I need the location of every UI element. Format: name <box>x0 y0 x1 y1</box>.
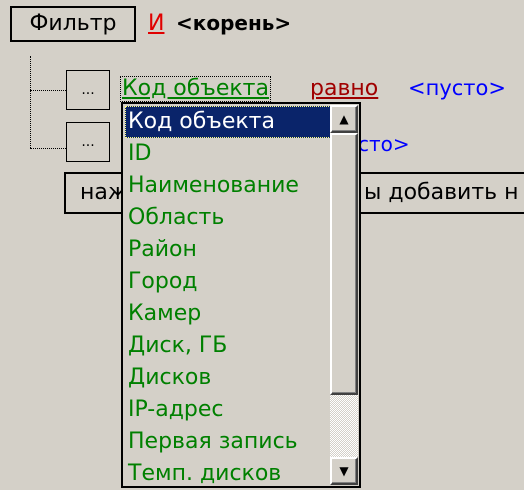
dropdown-item[interactable]: Первая запись <box>125 426 331 458</box>
scroll-up-button[interactable]: ▲ <box>330 105 358 133</box>
triangle-up-icon: ▲ <box>339 112 349 126</box>
dropdown-item-selected[interactable]: Код объекта <box>125 106 331 138</box>
tree-branch <box>30 148 66 149</box>
dropdown-scrollbar[interactable]: ▲ ▼ <box>330 105 358 485</box>
dropdown-item[interactable]: Темп. дисков <box>125 458 331 486</box>
tree-branch <box>30 90 66 91</box>
tree-line <box>30 56 31 148</box>
ellipsis-label: ... <box>81 134 95 150</box>
logic-operator-link[interactable]: И <box>148 13 164 35</box>
field-dropdown-list[interactable]: Код объекта ID Наименование Область Райо… <box>121 102 361 488</box>
dropdown-item[interactable]: Наименование <box>125 170 331 202</box>
field-link[interactable]: Код объекта <box>120 76 271 102</box>
dropdown-item[interactable]: ID <box>125 138 331 170</box>
filter-button-label: Фильтр <box>29 11 117 36</box>
dropdown-item[interactable]: IP-адрес <box>125 394 331 426</box>
add-condition-label-right: ы добавить н <box>364 180 519 205</box>
dropdown-items: Код объекта ID Наименование Область Райо… <box>125 106 331 486</box>
filter-button[interactable]: Фильтр <box>10 6 136 42</box>
dropdown-item[interactable]: Камер <box>125 298 331 330</box>
dropdown-item[interactable]: Город <box>125 266 331 298</box>
triangle-down-icon: ▼ <box>339 464 349 478</box>
value-link[interactable]: сто> <box>358 134 410 154</box>
root-label: <корень> <box>176 11 292 35</box>
scroll-down-button[interactable]: ▼ <box>330 457 358 485</box>
add-condition-label-left: наж <box>80 180 128 205</box>
value-link[interactable]: <пусто> <box>408 78 506 99</box>
operator-link[interactable]: равно <box>310 78 378 100</box>
scroll-thumb[interactable] <box>330 133 358 395</box>
row-ellipsis-button[interactable]: ... <box>66 70 110 110</box>
ellipsis-label: ... <box>81 82 95 98</box>
row-ellipsis-button[interactable]: ... <box>66 122 110 162</box>
dropdown-item[interactable]: Район <box>125 234 331 266</box>
dropdown-item[interactable]: Диск, ГБ <box>125 330 331 362</box>
dropdown-item[interactable]: Дисков <box>125 362 331 394</box>
dropdown-item[interactable]: Область <box>125 202 331 234</box>
